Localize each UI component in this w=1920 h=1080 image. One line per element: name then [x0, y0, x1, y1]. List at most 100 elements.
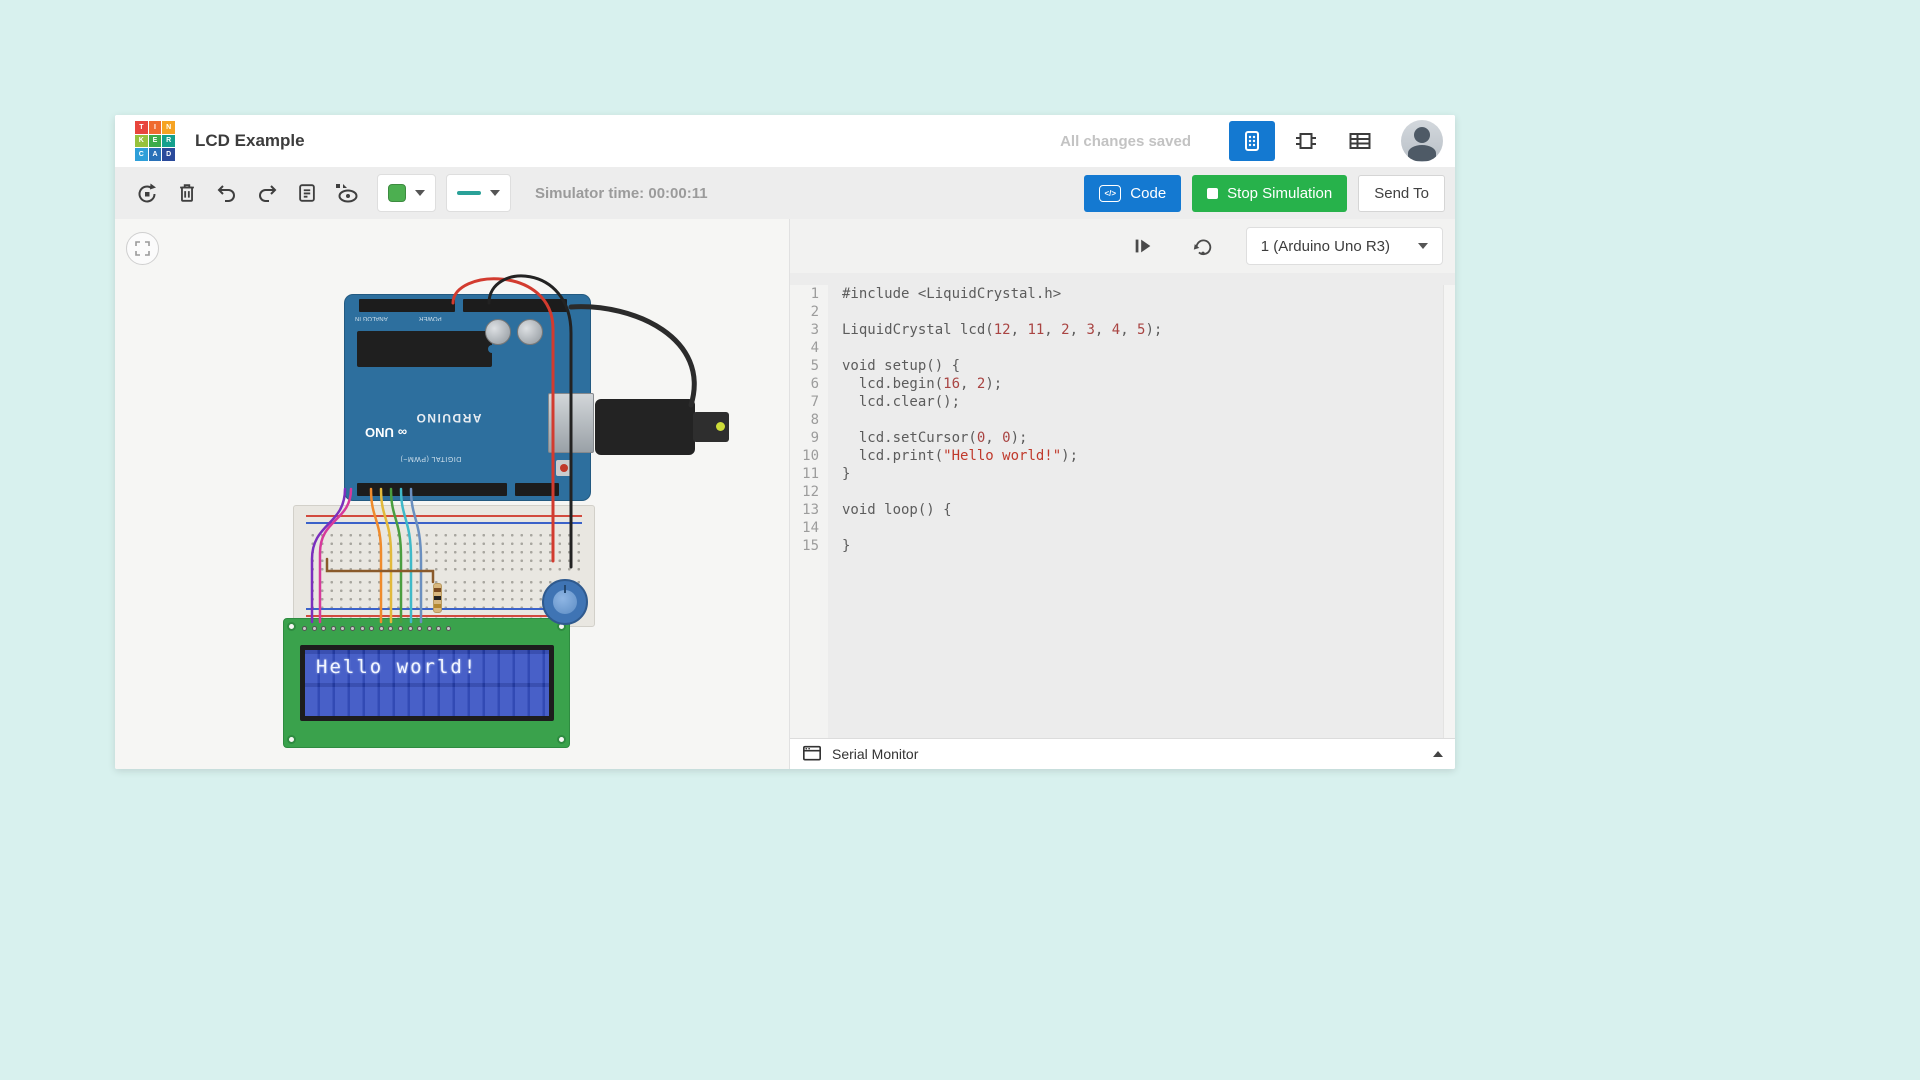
code-token: lcd.begin( [842, 376, 943, 392]
lcd-component[interactable]: Hello world! [283, 618, 570, 748]
lcd-pin [340, 626, 345, 631]
undo-icon [215, 181, 239, 205]
breadboard-holes-top [308, 531, 580, 571]
app-header: TINKERCAD LCD Example All changes saved [115, 115, 1455, 167]
line-number: 15 [790, 537, 819, 555]
lcd-pin [312, 626, 317, 631]
line-number: 2 [790, 303, 819, 321]
line-number: 14 [790, 519, 819, 537]
lcd-pin [417, 626, 422, 631]
lcd-pin [331, 626, 336, 631]
code-editor[interactable]: 123456789101112131415 #include <LiquidCr… [790, 273, 1455, 738]
debug-step-icon [1132, 235, 1154, 257]
board-selector-dropdown[interactable]: 1 (Arduino Uno R3) [1246, 227, 1443, 265]
lcd-pin [436, 626, 441, 631]
lcd-pin [388, 626, 393, 631]
line-number: 6 [790, 375, 819, 393]
arduino-microcontroller-chip [357, 331, 492, 367]
logo-tile: D [162, 148, 175, 161]
code-line: LiquidCrystal lcd(12, 11, 2, 3, 4, 5); [842, 321, 1443, 339]
code-scrollbar[interactable] [1443, 285, 1455, 738]
code-token: ); [1145, 322, 1162, 338]
arduino-header-digital [357, 483, 507, 496]
board-selector-value: 1 (Arduino Uno R3) [1261, 238, 1390, 255]
breadboard-view-button[interactable] [1229, 121, 1275, 161]
redo-button[interactable] [247, 172, 287, 214]
code-token: LiquidCrystal lcd( [842, 322, 994, 338]
document-title[interactable]: LCD Example [195, 131, 305, 151]
lcd-pin [398, 626, 403, 631]
line-number: 4 [790, 339, 819, 357]
code-line: void loop() { [842, 501, 1443, 519]
zoom-to-fit-button[interactable] [126, 232, 159, 265]
line-number: 1 [790, 285, 819, 303]
schematic-view-button[interactable] [1283, 121, 1329, 161]
code-toolbar: 1 (Arduino Uno R3) [790, 219, 1455, 273]
lcd-mount-hole [557, 735, 566, 744]
delete-button[interactable] [167, 172, 207, 214]
lcd-mount-hole [287, 735, 296, 744]
lcd-pin [369, 626, 374, 631]
undo-button[interactable] [207, 172, 247, 214]
code-button[interactable]: </> Code [1084, 175, 1181, 212]
stop-button-label: Stop Simulation [1227, 185, 1332, 202]
lcd-mount-hole [287, 622, 296, 631]
lcd-pin [427, 626, 432, 631]
logo-tile: R [162, 135, 175, 148]
uno-infinity-icon: ∞ [398, 425, 407, 440]
code-token: 16 [943, 376, 960, 392]
code-token: ); [1011, 430, 1028, 446]
code-line: } [842, 537, 1443, 555]
logo-tile: K [135, 135, 148, 148]
lcd-pin [360, 626, 365, 631]
serial-monitor-label: Serial Monitor [832, 746, 918, 762]
rotate-button[interactable] [127, 172, 167, 214]
code-line [842, 339, 1443, 357]
stop-icon [1207, 188, 1218, 199]
refresh-arrow-icon [1192, 235, 1214, 257]
desktop-background: TINKERCAD LCD Example All changes saved [0, 0, 1920, 1080]
editor-toolbar: Simulator time: 00:00:11 </> Code Stop S… [115, 167, 1455, 219]
label-visibility-button[interactable] [327, 172, 367, 214]
uno-model-label: UNO [365, 425, 394, 440]
code-line: lcd.begin(16, 2); [842, 375, 1443, 393]
chevron-up-icon[interactable] [1433, 751, 1443, 757]
send-to-button[interactable]: Send To [1358, 175, 1445, 212]
logo-tile: E [149, 135, 162, 148]
potentiometer-component[interactable] [542, 579, 588, 625]
redo-icon [255, 181, 279, 205]
code-line [842, 519, 1443, 537]
color-swatch [388, 184, 406, 202]
resistor-band [434, 588, 441, 592]
code-line [842, 303, 1443, 321]
component-color-dropdown[interactable] [377, 174, 436, 212]
usb-cable-plug[interactable] [595, 399, 695, 455]
circuit-canvas[interactable]: Hello world! ANALOG IN POWER ARDUINO [115, 219, 790, 769]
line-number: 8 [790, 411, 819, 429]
code-text[interactable]: #include <LiquidCrystal.h>LiquidCrystal … [828, 285, 1443, 738]
lcd-pin [350, 626, 355, 631]
chevron-down-icon [490, 190, 500, 196]
usb-cable-led [716, 422, 725, 431]
debug-button[interactable] [1126, 229, 1160, 263]
send-to-label: Send To [1374, 185, 1429, 202]
stop-simulation-button[interactable]: Stop Simulation [1192, 175, 1347, 212]
tinkercad-logo[interactable]: TINKERCAD [135, 121, 175, 161]
serial-monitor-bar[interactable]: Serial Monitor [790, 738, 1455, 769]
refresh-button[interactable] [1186, 229, 1220, 263]
code-token: } [842, 466, 850, 482]
potentiometer-knob[interactable] [553, 590, 577, 614]
component-list-view-button[interactable] [1337, 121, 1383, 161]
user-avatar[interactable] [1401, 120, 1443, 162]
logo-tile: C [135, 148, 148, 161]
logo-tile: T [135, 121, 148, 134]
code-token: ); [985, 376, 1002, 392]
breadboard-rail-positive [306, 615, 582, 617]
table-icon [1347, 129, 1373, 153]
potentiometer-notch [564, 585, 566, 593]
resistor-component[interactable] [433, 583, 442, 613]
lcd-pin [321, 626, 326, 631]
lcd-screen: Hello world! [300, 645, 554, 721]
wire-type-dropdown[interactable] [446, 174, 511, 212]
notes-button[interactable] [287, 172, 327, 214]
